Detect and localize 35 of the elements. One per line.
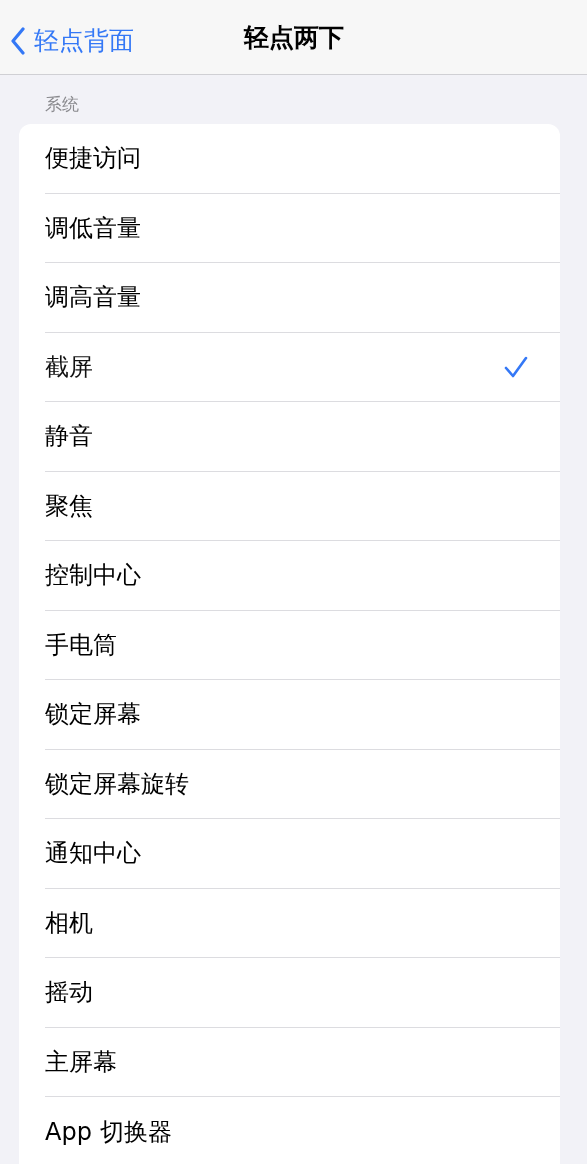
section-header: 系统 (44, 93, 80, 116)
option-row[interactable]: 锁定屏幕 (45, 680, 560, 750)
option-row[interactable]: 锁定屏幕旋转 (45, 749, 560, 819)
option-label: 调低音量 (45, 212, 141, 244)
option-label: 锁定屏幕 (45, 699, 141, 731)
option-row[interactable]: 控制中心 (45, 541, 560, 611)
back-button[interactable]: 轻点背面 (8, 22, 136, 59)
option-row[interactable]: 摇动 (45, 958, 560, 1028)
option-label: 便捷访问 (45, 143, 141, 175)
option-row[interactable]: App 切换器 (45, 1097, 560, 1164)
option-label: 手电筒 (45, 629, 117, 661)
option-label: 主屏幕 (45, 1046, 117, 1078)
option-row[interactable]: 通知中心 (45, 819, 560, 889)
option-label: 截屏 (45, 351, 93, 383)
page-title: 轻点两下 (243, 21, 344, 54)
option-label: 通知中心 (45, 838, 141, 870)
option-row[interactable]: 主屏幕 (45, 1027, 560, 1097)
option-label: 聚焦 (45, 490, 93, 522)
option-label: App 切换器 (45, 1116, 172, 1148)
option-row[interactable]: 便捷访问 (45, 124, 560, 194)
option-row[interactable]: 聚焦 (45, 471, 560, 541)
option-row[interactable]: 调低音量 (45, 193, 560, 263)
option-row[interactable]: 静音 (45, 402, 560, 472)
option-label: 控制中心 (45, 560, 141, 592)
option-label: 静音 (45, 421, 93, 453)
option-row[interactable]: 手电筒 (45, 610, 560, 680)
option-label: 相机 (45, 907, 93, 939)
option-label: 调高音量 (45, 282, 141, 314)
option-label: 摇动 (45, 977, 93, 1009)
option-label: 锁定屏幕旋转 (45, 768, 189, 800)
checkmark-icon (504, 355, 528, 378)
option-row[interactable]: 相机 (45, 888, 560, 958)
option-row[interactable]: 截屏 (45, 332, 560, 402)
option-row[interactable]: 调高音量 (45, 263, 560, 333)
chevron-left-icon (10, 26, 26, 55)
